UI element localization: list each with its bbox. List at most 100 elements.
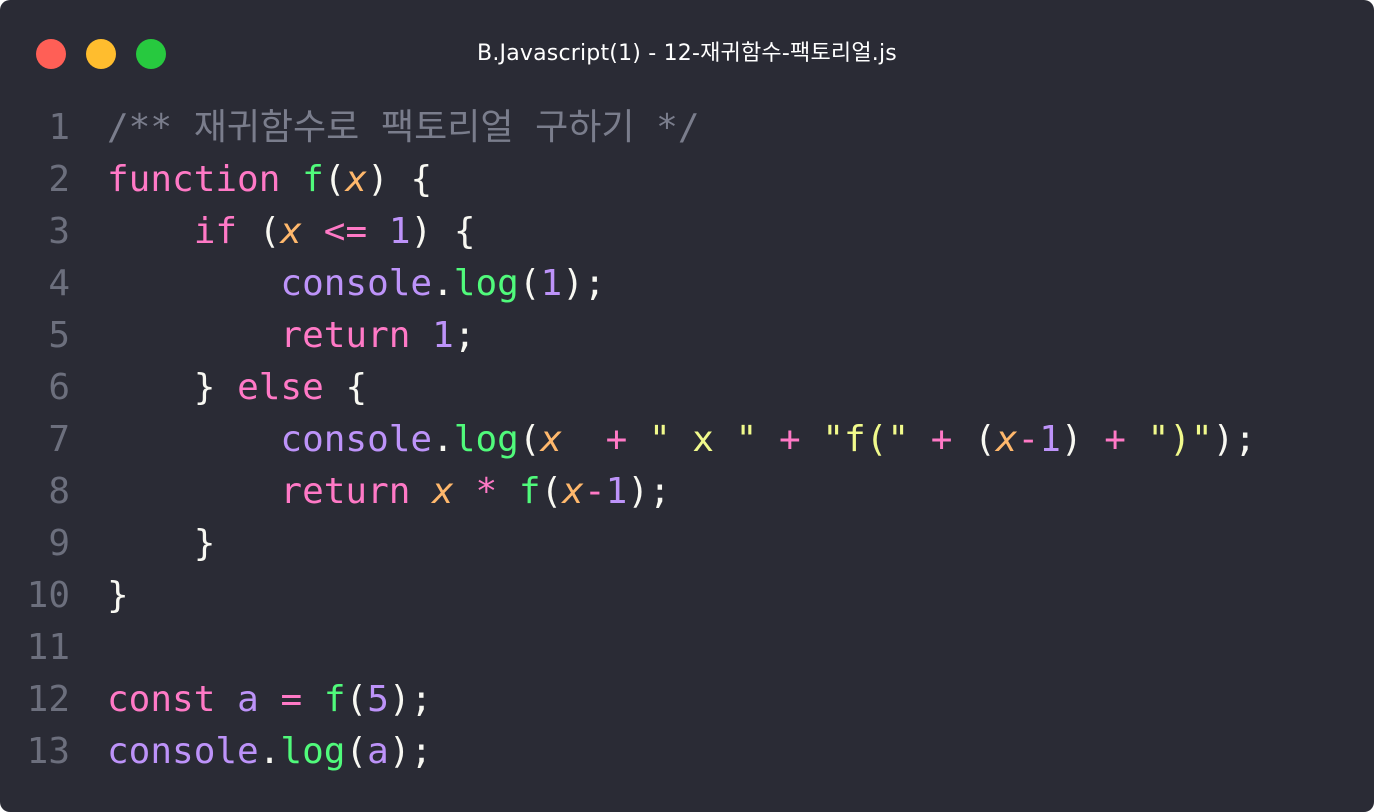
code-token-keyword: function (107, 159, 281, 200)
code-line: 2 function f(x) { (0, 154, 1374, 206)
line-number: 8 (48, 471, 70, 512)
code-token-keyword: if (193, 211, 238, 252)
line-number: 4 (48, 263, 70, 304)
code-token-punct: ); (562, 263, 606, 304)
code-line: 10} (0, 570, 1374, 622)
code-token-param: x (280, 211, 303, 252)
code-token-param: x (432, 471, 454, 512)
code-token-param: x (995, 419, 1018, 460)
line-source: return x * f(x-1); (107, 466, 671, 518)
code-token-op: - (1017, 419, 1040, 460)
code-token-punct: ( (323, 159, 346, 200)
code-token-object: console (280, 419, 433, 460)
code-token-op: + (930, 419, 953, 460)
code-token-var: a (237, 679, 259, 720)
code-token-var: a (367, 731, 389, 772)
code-token-func: log (453, 263, 519, 304)
line-source: } (107, 518, 216, 570)
line-number: 1 (48, 107, 70, 148)
code-line: 4 console.log(1); (0, 258, 1374, 310)
line-number: 10 (26, 575, 70, 616)
line-source: /** 재귀함수로 팩토리얼 구하기 */ (107, 102, 700, 154)
code-token-func: f (518, 471, 541, 512)
code-token-number: 1 (1039, 419, 1061, 460)
code-token-object: console (280, 263, 433, 304)
code-token-punct: ; (453, 315, 476, 356)
code-token-punct: ); (627, 471, 671, 512)
code-line: 12 const a = f(5); (0, 674, 1374, 726)
code-token-number: 1 (388, 211, 411, 252)
code-token-param: x (562, 471, 584, 512)
code-token-op: + (605, 419, 628, 460)
code-token-punct: ); (388, 731, 433, 772)
line-source: return 1; (107, 310, 476, 362)
line-source: function f(x) { (107, 154, 432, 206)
code-token-string: ")" (1147, 419, 1213, 460)
title-bar: B.Javascript(1) - 12-재귀함수-팩토리얼.js (0, 0, 1374, 100)
line-number: 7 (48, 419, 70, 460)
code-token-op: + (779, 419, 801, 460)
code-token-punct: ( (345, 679, 368, 720)
code-window: B.Javascript(1) - 12-재귀함수-팩토리얼.js 1 /** 재… (0, 0, 1374, 812)
line-number: 11 (26, 627, 70, 668)
line-source: console.log(a); (107, 726, 432, 778)
code-editor[interactable]: 1/** 재귀함수로 팩토리얼 구하기 */2 function f(x) {3 … (0, 102, 1374, 778)
line-number: 9 (48, 523, 70, 564)
code-token-comment: /** 재귀함수로 팩토리얼 구하기 */ (107, 107, 700, 148)
code-token-func: log (453, 419, 519, 460)
code-token-keyword: return (280, 471, 411, 512)
code-token-punct: { (323, 367, 368, 408)
code-token-punct: ( (518, 419, 541, 460)
code-token-func: f (302, 159, 324, 200)
line-source: console.log(1); (107, 258, 606, 310)
code-token-func: log (280, 731, 346, 772)
code-line: 7 console.log(x + " x " + "f(" + (x-1) +… (0, 414, 1374, 466)
code-token-op: * (475, 471, 498, 512)
code-token-punct: . (432, 263, 454, 304)
code-token-punct: . (258, 731, 281, 772)
line-source: const a = f(5); (107, 674, 432, 726)
code-token-string: " x " (648, 419, 758, 460)
code-token-punct: ( (540, 471, 563, 512)
code-token-punct: ( (952, 419, 996, 460)
code-token-punct: ); (388, 679, 433, 720)
code-line: 6 } else { (0, 362, 1374, 414)
line-source: } (107, 570, 129, 622)
code-line: 8 return x * f(x-1); (0, 466, 1374, 518)
code-token-keyword: return (280, 315, 411, 356)
code-token-punct: } (107, 575, 129, 616)
code-token-punct: . (432, 419, 454, 460)
code-token-punct: ) { (410, 211, 476, 252)
code-token-punct: ( (345, 731, 368, 772)
line-number: 6 (48, 367, 70, 408)
window-title: B.Javascript(1) - 12-재귀함수-팩토리얼.js (477, 41, 897, 66)
code-token-op: - (583, 471, 606, 512)
code-token-object: console (107, 731, 259, 772)
code-line: 5 return 1; (0, 310, 1374, 362)
line-source: } else { (107, 362, 367, 414)
code-token-func: f (323, 679, 346, 720)
code-token-punct: ); (1212, 419, 1256, 460)
code-token-param: x (540, 419, 563, 460)
line-number: 12 (26, 679, 70, 720)
code-token-string: "f(" (822, 419, 910, 460)
code-token-keyword: const (107, 679, 216, 720)
